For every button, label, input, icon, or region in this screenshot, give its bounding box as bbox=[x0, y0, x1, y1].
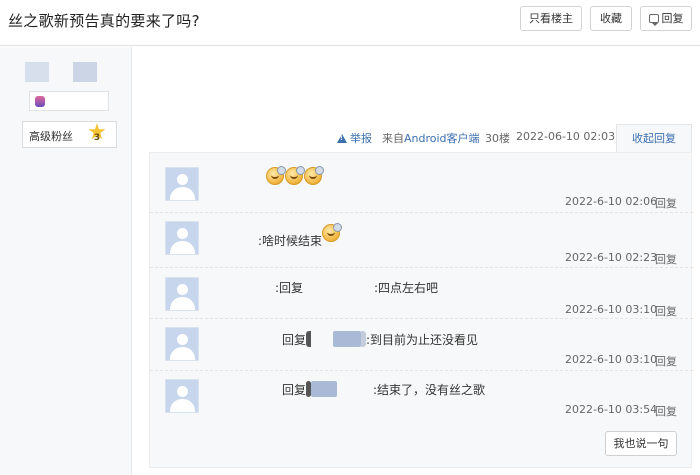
thread-title: 丝之歌新预告真的要来了吗? bbox=[8, 12, 200, 30]
smiley-emoji-icon bbox=[266, 166, 286, 185]
redacted-name bbox=[306, 331, 312, 347]
reply-content bbox=[266, 166, 324, 185]
reply-time: 2022-6-10 03:54 bbox=[565, 403, 658, 416]
reply-text: :啥时候结束 bbox=[258, 234, 323, 248]
divider bbox=[150, 318, 693, 319]
smiley-emoji-icon bbox=[322, 223, 343, 242]
comment-icon bbox=[648, 14, 659, 26]
reply-prefix: 回复 bbox=[282, 333, 307, 347]
reply-time: 2022-6-10 02:06 bbox=[565, 195, 658, 208]
level-label: 高级粉丝 bbox=[29, 130, 73, 143]
reply-button-label: 回复 bbox=[661, 12, 684, 25]
reply-avatar[interactable] bbox=[165, 277, 199, 311]
reply-link[interactable]: 回复 bbox=[655, 353, 677, 369]
source-client-link[interactable]: Android客户端 bbox=[404, 132, 480, 145]
reply-panel: 2022-6-10 02:06 回复 :啥时候结束 2022-6-10 02:2… bbox=[149, 152, 693, 468]
reply-prefix: 回复 bbox=[282, 383, 307, 397]
smiley-emoji-icon bbox=[285, 166, 305, 185]
post-source: 来自Android客户端 bbox=[382, 130, 480, 146]
redacted-name bbox=[333, 331, 362, 347]
favorite-button[interactable]: 收藏 bbox=[590, 6, 632, 31]
reply-time: 2022-6-10 02:23 bbox=[565, 251, 658, 264]
author-sidebar: 高级粉丝 ★ 3 bbox=[0, 47, 132, 475]
reply-content: :啥时候结束 bbox=[258, 223, 343, 249]
reply-button[interactable]: 回复 bbox=[640, 6, 692, 31]
redacted-name bbox=[311, 381, 338, 397]
reply-avatar[interactable] bbox=[165, 379, 199, 413]
reply-text: :四点左右吧 bbox=[374, 281, 439, 295]
reply-row: :啥时候结束 2022-6-10 02:23 回复 bbox=[150, 221, 693, 271]
reply-time: 2022-6-10 03:10 bbox=[565, 353, 658, 366]
reply-row: 2022-6-10 02:06 回复 bbox=[150, 166, 693, 217]
post-date: 2022-06-10 02:03 bbox=[516, 130, 616, 143]
reply-link[interactable]: 回复 bbox=[655, 195, 677, 211]
reply-link[interactable]: 回复 bbox=[655, 251, 677, 267]
fan-level-badge[interactable]: 高级粉丝 ★ 3 bbox=[22, 121, 117, 148]
reply-row: :回复 :四点左右吧 2022-6-10 03:10 回复 bbox=[150, 277, 693, 327]
reply-text: :到目前为止还没看见 bbox=[366, 333, 479, 347]
collapse-replies-tab[interactable]: 收起回复 bbox=[616, 124, 692, 152]
report-link[interactable]: 举报 bbox=[337, 130, 372, 146]
thread-header: 丝之歌新预告真的要来了吗? 只看楼主 收藏 回复 bbox=[0, 0, 700, 46]
warning-icon bbox=[337, 134, 347, 143]
reply-link[interactable]: 回复 bbox=[655, 403, 677, 419]
reply-avatar[interactable] bbox=[165, 167, 199, 201]
divider bbox=[150, 212, 693, 213]
tieba-badge-icon bbox=[35, 96, 45, 107]
author-name-box[interactable] bbox=[29, 91, 109, 111]
reply-content: 回复 :到目前为止还没看见 bbox=[282, 331, 478, 348]
reply-time: 2022-6-10 03:10 bbox=[565, 303, 658, 316]
reply-prefix: :回复 bbox=[275, 281, 304, 295]
divider bbox=[150, 267, 693, 268]
source-prefix: 来自 bbox=[382, 132, 404, 145]
floor-number: 30楼 bbox=[485, 132, 510, 145]
say-something-button[interactable]: 我也说一句 bbox=[605, 431, 677, 456]
author-avatar-secondary bbox=[73, 62, 97, 82]
smiley-emoji-icon bbox=[304, 166, 324, 185]
level-number: 3 bbox=[93, 133, 101, 143]
author-avatar[interactable] bbox=[25, 62, 49, 82]
reply-avatar[interactable] bbox=[165, 221, 199, 255]
reply-row: 回复 :结束了，没有丝之歌 2022-6-10 03:54 回复 bbox=[150, 379, 693, 429]
only-op-button[interactable]: 只看楼主 bbox=[520, 6, 582, 31]
reply-text: :结束了，没有丝之歌 bbox=[373, 383, 486, 397]
divider bbox=[150, 370, 693, 371]
reply-avatar[interactable] bbox=[165, 327, 199, 361]
star-icon: ★ 3 bbox=[86, 122, 108, 144]
report-label: 举报 bbox=[350, 132, 372, 145]
reply-content: 回复 :结束了，没有丝之歌 bbox=[282, 381, 485, 398]
reply-link[interactable]: 回复 bbox=[655, 303, 677, 319]
